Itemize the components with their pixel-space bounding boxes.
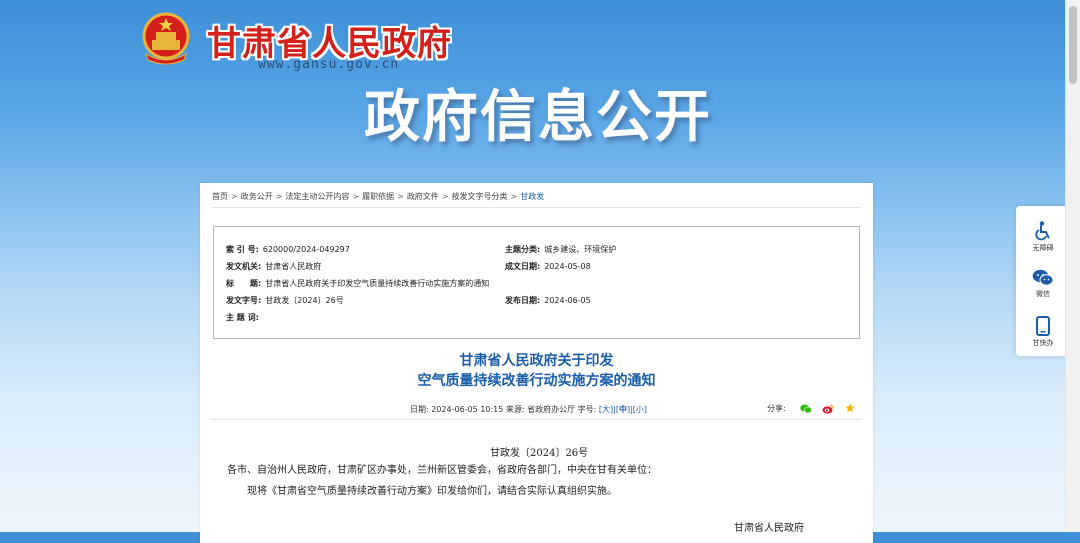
- meta-label: 标 题:: [226, 279, 262, 288]
- breadcrumb-item-current[interactable]: 甘政发: [520, 192, 544, 201]
- meta-label: 主题分类:: [505, 245, 541, 254]
- meta-title: 标 题: 甘肃省人民政府关于印发空气质量持续改善行动实施方案的通知: [226, 278, 489, 289]
- site-url[interactable]: www.gansu.gov.cn: [258, 57, 399, 72]
- meta-label: 主 题 词:: [226, 313, 259, 322]
- meta-label: 索 引 号:: [226, 245, 259, 254]
- mobile-icon: [1036, 316, 1050, 336]
- breadcrumb-item-gov-affairs[interactable]: 政务公开: [241, 192, 273, 201]
- breadcrumb-separator: >: [275, 192, 283, 201]
- divider: [212, 207, 861, 208]
- publish-datetime: 日期: 2024-06-05 10:15: [410, 405, 504, 414]
- meta-issuer: 发文机关: 甘肃省人民政府: [226, 261, 321, 272]
- sidebar-item-accessibility[interactable]: 无障碍: [1016, 221, 1070, 253]
- meta-written-date: 成文日期: 2024-05-08: [505, 261, 591, 272]
- breadcrumb-item-statutory[interactable]: 法定主动公开内容: [285, 192, 349, 201]
- meta-label: 发文字号:: [226, 296, 262, 305]
- sidebar-item-gankuaiban[interactable]: 甘快办: [1016, 316, 1070, 348]
- meta-value: 城乡建设、环境保护: [544, 245, 617, 254]
- scrollbar-thumb[interactable]: [1069, 6, 1077, 84]
- meta-keywords: 主 题 词:: [226, 312, 263, 323]
- breadcrumb-separator: >: [397, 192, 404, 201]
- document-number: 甘政发〔2024〕26号: [490, 448, 589, 459]
- source: 来源: 省政府办公厅: [505, 405, 576, 414]
- document-title-line2: 空气质量持续改善行动实施方案的通知: [417, 373, 656, 389]
- meta-value: 620000/2024-049297: [262, 245, 350, 254]
- meta-label: 发文机关:: [226, 262, 262, 271]
- meta-value: 甘肃省人民政府关于印发空气质量持续改善行动实施方案的通知: [265, 279, 490, 288]
- content-panel: 首页 > 政务公开 > 法定主动公开内容 > 履职依据 > 政府文件 > 按发文字号分类 > 甘政发 索…: [200, 183, 873, 543]
- divider: [212, 419, 861, 420]
- meta-value: 2024-05-08: [544, 262, 591, 271]
- breadcrumb-item-gov-documents[interactable]: 政府文件: [407, 192, 439, 201]
- sidebar-item-wechat[interactable]: 微信: [1016, 269, 1070, 299]
- meta-label: 发布日期:: [505, 296, 541, 305]
- meta-topic: 主题分类: 城乡建设、环境保护: [505, 244, 616, 255]
- sidebar-item-label: 甘快办: [1032, 339, 1054, 347]
- sidebar-item-label: 微信: [1036, 290, 1050, 298]
- font-size-large-button[interactable]: 大: [602, 405, 610, 414]
- floating-sidebar: 无障碍 微信 甘快办: [1016, 206, 1070, 356]
- national-emblem-icon: [142, 12, 190, 65]
- breadcrumb-item-duty-basis[interactable]: 履职依据: [362, 192, 394, 201]
- breadcrumb-separator: >: [441, 192, 449, 201]
- meta-value: 2024-06-05: [544, 296, 591, 305]
- favorite-star-icon[interactable]: [844, 403, 856, 413]
- wechat-share-icon[interactable]: [800, 404, 812, 414]
- breadcrumb-item-by-number[interactable]: 按发文字号分类: [452, 192, 508, 201]
- meta-index: 索 引 号: 620000/2024-049297: [226, 244, 350, 255]
- breadcrumb-separator: >: [231, 192, 238, 201]
- meta-doc-number: 发文字号: 甘政发〔2024〕26号: [226, 295, 344, 306]
- font-size-label: 字号:: [577, 405, 597, 414]
- site-header: 甘肃省人民政府 www.gansu.gov.cn 政府信息公开: [0, 0, 1066, 180]
- meta-value: 甘政发〔2024〕26号: [265, 296, 344, 305]
- meta-value: 甘肃省人民政府: [265, 262, 322, 271]
- document-recipients: 各市、自治州人民政府，甘肃矿区办事处，兰州新区管委会，省政府各部门，中央在甘有关…: [227, 465, 657, 476]
- meta-publish-date: 发布日期: 2024-06-05: [505, 295, 591, 306]
- metadata-box: 索 引 号: 620000/2024-049297 主题分类: 城乡建设、环境保护 …: [213, 226, 860, 339]
- document-title-line1: 甘肃省人民政府关于印发: [459, 353, 614, 369]
- wheelchair-icon: [1035, 221, 1050, 241]
- document-info-bar: 日期: 2024-06-05 10:15 来源: 省政府办公厅 字号: [大]|…: [410, 405, 648, 414]
- font-size-small-button[interactable]: 小: [636, 405, 644, 414]
- document-body-paragraph: 现将《甘肃省空气质量持续改善行动方案》印发给你们，请结合实际认真组织实施。: [247, 486, 617, 497]
- scrollbar[interactable]: [1065, 0, 1080, 532]
- wechat-icon: [1032, 269, 1054, 286]
- breadcrumb-item-home[interactable]: 首页: [212, 192, 228, 201]
- breadcrumb: 首页 > 政务公开 > 法定主动公开内容 > 履职依据 > 政府文件 > 按发文字号分类 > 甘政发: [212, 191, 544, 202]
- meta-label: 成文日期:: [505, 262, 541, 271]
- breadcrumb-separator: >: [510, 192, 518, 201]
- breadcrumb-separator: >: [352, 192, 360, 201]
- document-title: 甘肃省人民政府关于印发 空气质量持续改善行动实施方案的通知: [200, 351, 873, 391]
- sidebar-item-label: 无障碍: [1032, 244, 1054, 252]
- banner-title: 政府信息公开: [364, 85, 712, 150]
- weibo-share-icon[interactable]: [822, 404, 834, 414]
- share-label: 分享:: [767, 404, 786, 413]
- font-size-medium-button[interactable]: 中: [619, 405, 627, 414]
